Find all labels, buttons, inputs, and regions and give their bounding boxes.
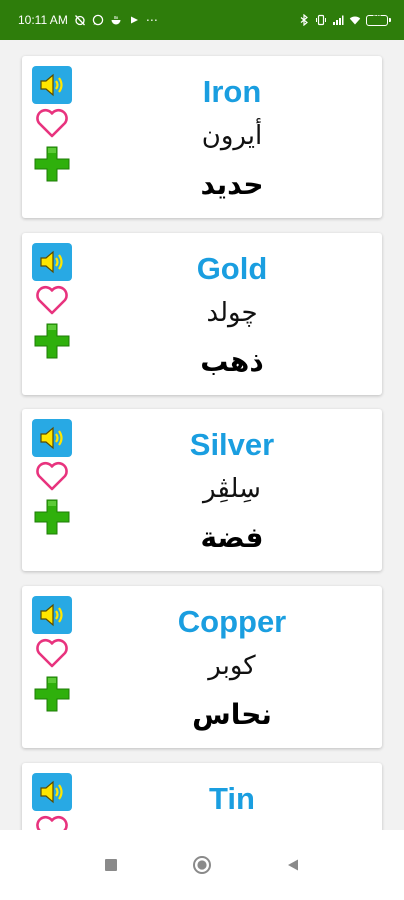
english-word: Silver [189, 427, 275, 462]
speaker-icon [40, 780, 63, 804]
alarm-off-icon [74, 15, 85, 26]
arabic-translation: فضة [200, 521, 264, 554]
battery-icon: 69 [366, 13, 391, 26]
triangle-back-icon [288, 859, 298, 871]
transliteration: چولد [206, 298, 258, 328]
recents-button[interactable] [100, 854, 122, 876]
transliteration: سِلڤِر [203, 474, 261, 504]
arabic-translation: نحاس [192, 698, 272, 731]
english-word: Iron [202, 74, 262, 109]
wifi-icon [349, 16, 361, 25]
speaker-button[interactable] [32, 596, 72, 634]
bowl-icon [111, 16, 121, 25]
word-card-tin[interactable]: Tin [22, 763, 382, 830]
plus-icon[interactable] [32, 321, 72, 361]
english-word: Copper [177, 604, 287, 639]
speaker-icon [40, 250, 63, 274]
home-button[interactable] [191, 854, 213, 876]
arabic-translation: حديد [200, 168, 264, 201]
word-list[interactable]: Iron أيرون حديد Gold چولد ذهب Silver سِل… [0, 40, 404, 830]
speaker-button[interactable] [32, 66, 72, 104]
speaker-icon [40, 603, 63, 627]
word-card-iron[interactable]: Iron أيرون حديد [22, 56, 382, 218]
speaker-button[interactable] [32, 243, 72, 281]
plus-icon[interactable] [32, 674, 72, 714]
status-bar: 10:11 AM ⋯ 69 [0, 0, 404, 40]
transliteration: أيرون [201, 121, 263, 151]
status-left: 10:11 AM ⋯ [18, 0, 158, 40]
square-icon [105, 859, 117, 871]
plus-icon[interactable] [32, 497, 72, 537]
battery-level: 69 [373, 13, 381, 21]
status-more-icon: ⋯ [145, 13, 158, 27]
play-icon [130, 16, 138, 24]
heart-outline-icon[interactable] [34, 636, 70, 670]
word-card-silver[interactable]: Silver سِلڤِر فضة [22, 409, 382, 571]
plus-icon[interactable] [32, 144, 72, 184]
heart-outline-icon[interactable] [34, 459, 70, 493]
back-button[interactable] [282, 854, 304, 876]
speaker-icon [40, 73, 63, 97]
heart-outline-icon[interactable] [34, 813, 70, 830]
heart-outline-icon[interactable] [34, 283, 70, 317]
vibrate-icon [316, 14, 326, 26]
bluetooth-icon [300, 14, 308, 26]
speaker-button[interactable] [32, 419, 72, 457]
english-word: Tin [209, 781, 255, 816]
english-word: Gold [196, 251, 268, 286]
circle-icon [193, 856, 211, 874]
arabic-translation: ذهب [200, 345, 264, 378]
word-card-gold[interactable]: Gold چولد ذهب [22, 233, 382, 395]
signal-icon [333, 15, 344, 25]
status-right: 69 [298, 0, 391, 40]
whatsapp-icon [92, 14, 104, 26]
status-time: 10:11 AM [18, 13, 68, 27]
transliteration: كوبر [208, 651, 256, 681]
word-card-copper[interactable]: Copper كوبر نحاس [22, 586, 382, 748]
speaker-icon [40, 426, 63, 450]
heart-outline-icon[interactable] [34, 106, 70, 140]
speaker-button[interactable] [32, 773, 72, 811]
system-nav-bar [0, 830, 404, 900]
